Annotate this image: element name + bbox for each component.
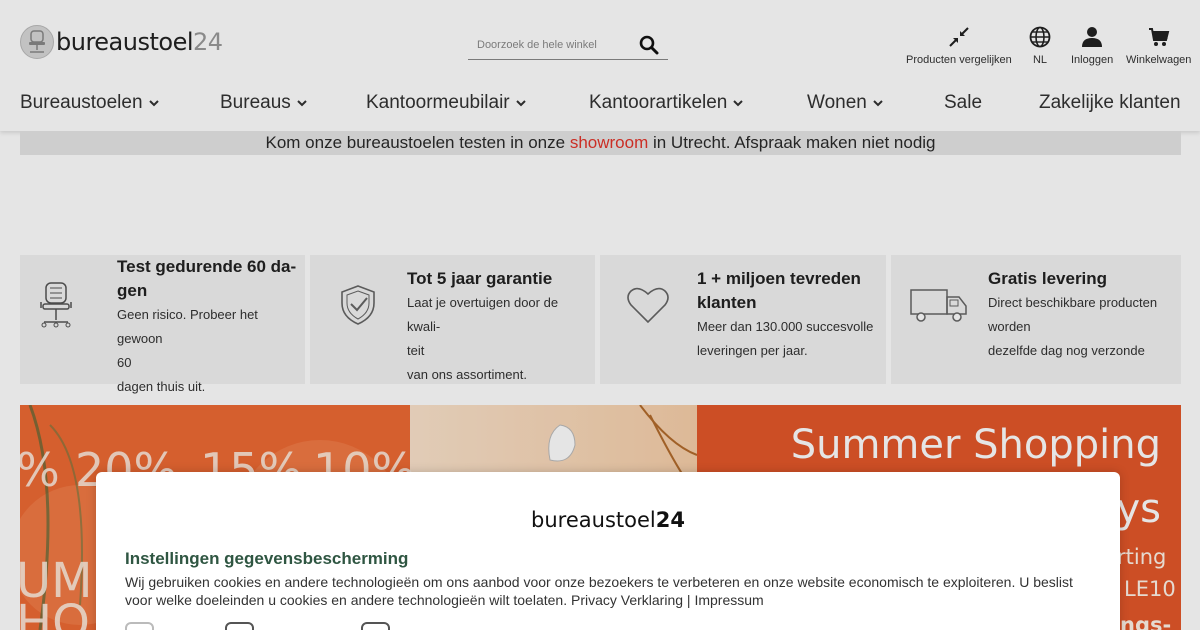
modal-brand-logo: bureaustoel24 — [531, 508, 685, 532]
consent-checkbox-essential — [125, 622, 154, 630]
modal-description: Wij gebruiken cookies en andere technolo… — [125, 574, 1073, 608]
impressum-link[interactable]: Impressum — [694, 592, 763, 608]
modal-title: Instellingen gegevensbescherming — [125, 549, 409, 568]
cookie-consent-modal: bureaustoel24 Instellingen gegevensbesch… — [96, 472, 1120, 630]
consent-checkbox[interactable] — [361, 622, 390, 630]
privacy-link[interactable]: Privacy Verklaring — [571, 592, 683, 608]
consent-checkbox[interactable] — [225, 622, 254, 630]
